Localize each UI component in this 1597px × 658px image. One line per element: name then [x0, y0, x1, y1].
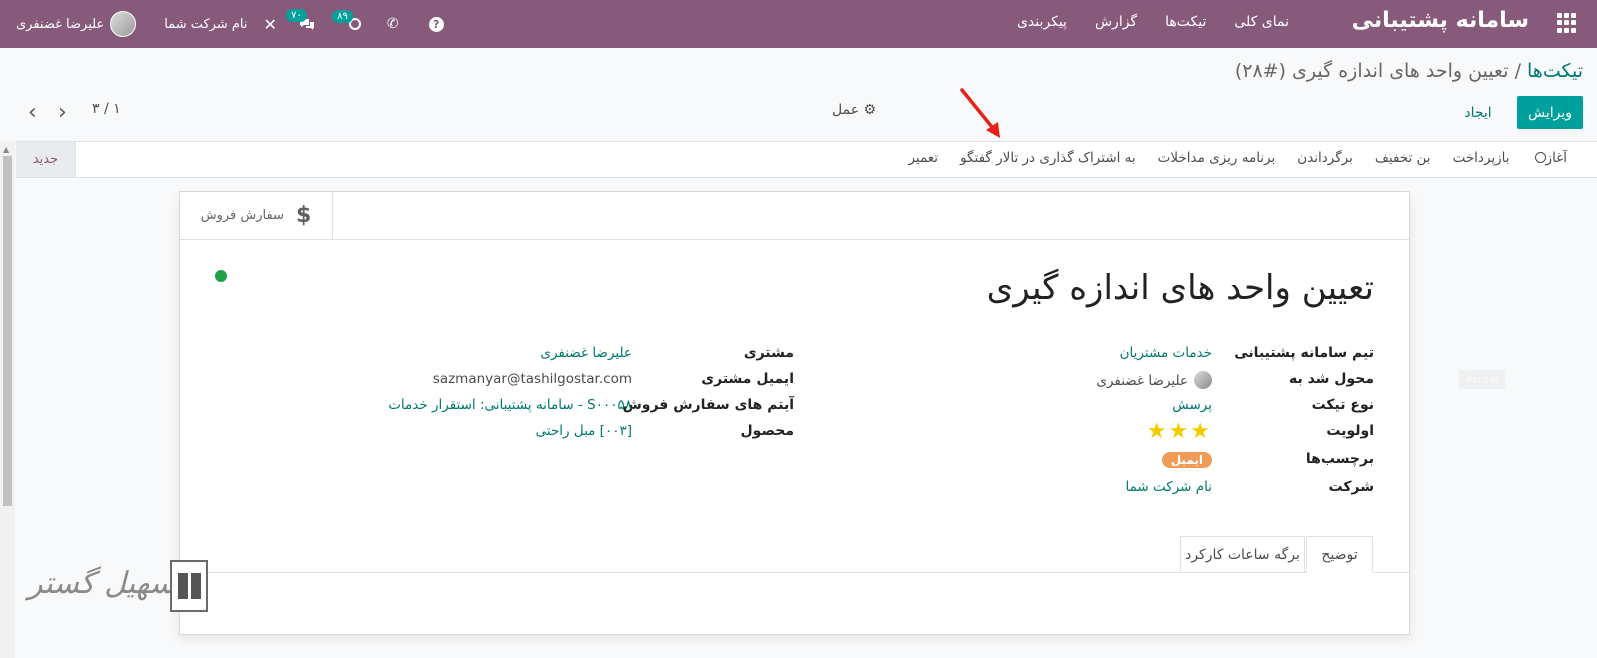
assignee-name: علیرضا غضنفری [1096, 373, 1188, 389]
sale-order-smart-button[interactable]: سفارش فروش $ [180, 192, 333, 239]
red-arrow-annotation [960, 88, 1000, 138]
assigned-label: محول شد به [1288, 371, 1374, 387]
team-value[interactable]: خدمات مشتریان [1120, 345, 1212, 361]
dollar-icon: $ [295, 203, 312, 228]
user-avatar [110, 11, 137, 37]
priority-label: اولویت [1326, 423, 1374, 439]
coupon-button[interactable]: بن تخفیف [1375, 150, 1431, 166]
pager-prev-icon[interactable]: ‹ [28, 100, 37, 126]
customer-email-value[interactable]: sazmanyar@tashilgostar.com [433, 371, 632, 387]
phone-icon[interactable]: ✆ [387, 16, 399, 32]
clock-icon [1534, 152, 1546, 163]
customer-email-label: ایمیل مشتری [701, 371, 794, 387]
star-icon[interactable]: ★ [1147, 419, 1169, 444]
user-name: علیرضا غضنفری [16, 16, 105, 32]
messages-button[interactable]: ۷۰ [286, 9, 315, 31]
tag-badge[interactable]: ایمیل [1161, 452, 1212, 468]
watermark-logo: تسهیل گستر [28, 560, 208, 616]
tab-description[interactable]: توضیح [1306, 536, 1373, 573]
start-button[interactable]: آغاز [1532, 150, 1567, 166]
company-name: نام شرکت شما [164, 16, 248, 32]
smart-buttons-box: سفارش فروش $ [180, 192, 1409, 240]
scrollbar[interactable]: ▲ [0, 141, 15, 658]
main-menu: نمای کلی تیکت‌ها گزارش پیکربندی [1017, 14, 1289, 30]
scrollbar-thumb[interactable] [3, 156, 12, 506]
scroll-up-icon[interactable]: ▲ [3, 145, 9, 154]
kanban-state-dot[interactable] [215, 270, 227, 282]
star-icon[interactable]: ★ [1169, 419, 1191, 444]
company-value[interactable]: نام شرکت شما [1126, 479, 1212, 495]
tags-label: برچسب‌ها [1305, 451, 1374, 467]
activities-badge: ۸۹ [332, 10, 353, 23]
company-label: شرکت [1328, 479, 1374, 495]
ticket-title[interactable]: تعیین واحد های اندازه گیری [987, 268, 1374, 308]
menu-reporting[interactable]: گزارش [1095, 14, 1137, 30]
ticket-type-value[interactable]: پرسش [1172, 397, 1212, 413]
app-brand[interactable]: سامانه پشتیبانی [1352, 8, 1529, 33]
activities-button[interactable]: ۸۹ [332, 10, 361, 30]
breadcrumb: تیکت‌ها / تعیین واحد های اندازه گیری (#۲… [1235, 60, 1583, 82]
refund-button[interactable]: بازپرداخت [1453, 150, 1510, 166]
assignee-avatar [1194, 371, 1212, 389]
status-action-bar: آغاز بازپرداخت بن تخفیف برگرداندن برنامه… [16, 141, 1597, 178]
action-menu-button[interactable]: عمل ⚙ [832, 102, 876, 118]
stage-new[interactable]: جدید [16, 142, 76, 177]
action-label: عمل [832, 102, 860, 118]
so-item-value[interactable]: S۰۰۰۵۸ - سامانه پشتیبانی: استقرار خدمات [388, 397, 632, 413]
customer-value[interactable]: علیرضا غضنفری [540, 345, 632, 361]
breadcrumb-separator: / [1514, 60, 1521, 82]
repair-button[interactable]: تعمیر [908, 150, 938, 166]
pager-value[interactable]: ۳ / ۱ [92, 101, 121, 117]
ticket-type-label: نوع تیکت [1311, 397, 1374, 413]
start-button-label: آغاز [1545, 150, 1567, 166]
priority-stars[interactable]: ★★★ [1147, 421, 1212, 443]
gear-icon: ⚙ [863, 102, 877, 118]
team-label: تیم سامانه پشتیبانی [1234, 345, 1374, 361]
breadcrumb-current: تعیین واحد های اندازه گیری (#۲۸) [1234, 60, 1509, 82]
product-label: محصول [740, 423, 794, 439]
create-button[interactable]: ایجاد [1449, 96, 1507, 129]
top-navbar: سامانه پشتیبانی نمای کلی تیکت‌ها گزارش پ… [0, 0, 1597, 48]
company-switcher[interactable]: نام شرکت شما [164, 17, 247, 32]
watermark-icon [170, 560, 208, 612]
header-buttons: آغاز بازپرداخت بن تخفیف برگرداندن برنامه… [908, 150, 1567, 166]
form-sheet: سفارش فروش $ تعیین واحد های اندازه گیری … [179, 191, 1410, 635]
watermark-text: تسهیل گستر [28, 566, 185, 601]
so-item-label: آیتم های سفارش فروش [622, 397, 794, 413]
breadcrumb-parent[interactable]: تیکت‌ها [1527, 60, 1583, 82]
edit-button[interactable]: ویرایش [1517, 96, 1583, 129]
menu-configuration[interactable]: پیکربندی [1017, 14, 1067, 30]
customer-label: مشتری [743, 345, 794, 361]
ghost-arrow-label: Arrow [1459, 370, 1505, 389]
share-forum-button[interactable]: به اشتراک گذاری در تالار گفتگو [960, 150, 1136, 166]
messages-badge: ۷۰ [286, 9, 307, 22]
menu-tickets[interactable]: تیکت‌ها [1165, 14, 1206, 30]
menu-overview[interactable]: نمای کلی [1234, 14, 1289, 30]
pager-next-icon[interactable]: › [58, 100, 67, 126]
debug-tools-icon[interactable]: ✕ [264, 15, 277, 34]
star-icon[interactable]: ★ [1190, 419, 1212, 444]
return-button[interactable]: برگرداندن [1297, 150, 1353, 166]
help-icon[interactable]: ? [428, 16, 444, 32]
tab-timesheets[interactable]: برگه ساعات کارکرد [1180, 536, 1305, 573]
systray: علیرضا غضنفری نام شرکت شما ✕ ۷۰ ۸۹ ✆ ? [16, 0, 444, 48]
apps-grid-icon[interactable] [1557, 13, 1577, 33]
smart-button-label: سفارش فروش [200, 208, 284, 223]
user-menu[interactable]: علیرضا غضنفری [16, 11, 137, 37]
plan-intervention-button[interactable]: برنامه ریزی مداخلات [1158, 150, 1276, 166]
assigned-value[interactable]: علیرضا غضنفری [1096, 371, 1212, 389]
product-value[interactable]: [۰۰۳] مبل راحتی [536, 423, 632, 439]
